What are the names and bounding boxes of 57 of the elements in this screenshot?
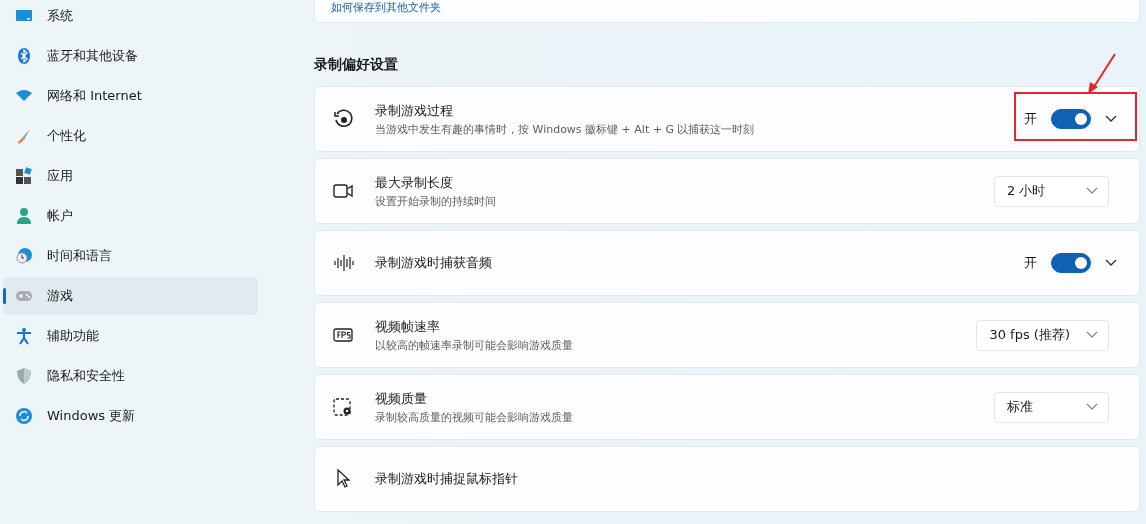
setting-description: 当游戏中发生有趣的事情时，按 Windows 徽标键 + Alt + G 以捕获这一时刻 xyxy=(375,121,756,137)
sidebar-item[interactable]: 帐户 xyxy=(3,197,258,235)
sidebar-label: 辅助功能 xyxy=(47,327,99,345)
account-icon xyxy=(15,207,33,225)
fps-icon xyxy=(333,325,355,345)
sidebar-label: 应用 xyxy=(47,167,73,185)
sidebar-label: 系统 xyxy=(47,7,73,25)
dropdown[interactable]: 2 小时 xyxy=(994,175,1109,207)
toggle-switch[interactable] xyxy=(1051,109,1091,129)
sidebar-label: 帐户 xyxy=(47,207,73,225)
chevron-down-icon xyxy=(1086,403,1098,411)
sidebar-label: 蓝牙和其他设备 xyxy=(47,47,138,65)
sidebar-item[interactable]: 辅助功能 xyxy=(3,317,258,355)
sidebar-label: 个性化 xyxy=(47,127,86,145)
chevron-down-icon xyxy=(1086,187,1098,195)
sidebar-item[interactable]: 系统 xyxy=(3,0,258,35)
sidebar-label: 游戏 xyxy=(47,287,73,305)
sidebar-label: Windows 更新 xyxy=(47,407,136,425)
apps-icon xyxy=(15,167,33,185)
shield-icon xyxy=(15,367,33,385)
time-icon xyxy=(15,247,33,265)
audio-icon xyxy=(333,253,355,273)
sidebar-item[interactable]: 游戏 xyxy=(3,277,258,315)
chevron-down-icon xyxy=(1105,259,1117,267)
sidebar-label: 隐私和安全性 xyxy=(47,367,125,385)
toggle-state: 开 xyxy=(1024,110,1037,128)
sidebar-label: 时间和语言 xyxy=(47,247,112,265)
chevron-down-icon xyxy=(1105,115,1117,123)
setting-title: 录制游戏过程 xyxy=(375,101,454,120)
accessibility-icon xyxy=(15,327,33,345)
camera-icon xyxy=(333,181,355,201)
toggle-state: 开 xyxy=(1024,254,1037,272)
update-icon xyxy=(15,407,33,425)
folder-link[interactable]: 如何保存到其他文件夹 xyxy=(331,2,441,14)
dropdown[interactable]: 30 fps (推荐) xyxy=(976,319,1109,351)
sidebar-label: 网络和 Internet xyxy=(47,87,142,105)
chevron-down-icon xyxy=(1086,331,1098,339)
sidebar-item[interactable]: 应用 xyxy=(3,157,258,195)
setting-description: 录制较高质量的视频可能会影响游戏质量 xyxy=(375,409,574,425)
sidebar-item[interactable]: 个性化 xyxy=(3,117,258,155)
record-icon xyxy=(333,109,355,129)
sidebar-item[interactable]: 蓝牙和其他设备 xyxy=(3,37,258,75)
bluetooth-icon xyxy=(15,47,33,65)
setting-title: 视频帧速率 xyxy=(375,317,441,336)
dropdown[interactable]: 标准 xyxy=(994,391,1109,423)
setting-title: 录制游戏时捕捉鼠标指针 xyxy=(375,470,519,488)
sidebar-item[interactable]: 网络和 Internet xyxy=(3,77,258,115)
setting-description: 以较高的帧速率录制可能会影响游戏质量 xyxy=(375,337,574,353)
setting-title: 最大录制长度 xyxy=(375,173,454,192)
setting-title: 录制游戏时捕获音频 xyxy=(375,254,493,272)
setting-description: 设置开始录制的持续时间 xyxy=(375,193,497,209)
sidebar-item[interactable]: 隐私和安全性 xyxy=(3,357,258,395)
sidebar-item[interactable]: 时间和语言 xyxy=(3,237,258,275)
toggle-switch[interactable] xyxy=(1051,253,1091,273)
section-title: 录制偏好设置 xyxy=(314,56,399,74)
sidebar-item[interactable]: Windows 更新 xyxy=(3,397,258,435)
setting-title: 视频质量 xyxy=(375,389,428,408)
